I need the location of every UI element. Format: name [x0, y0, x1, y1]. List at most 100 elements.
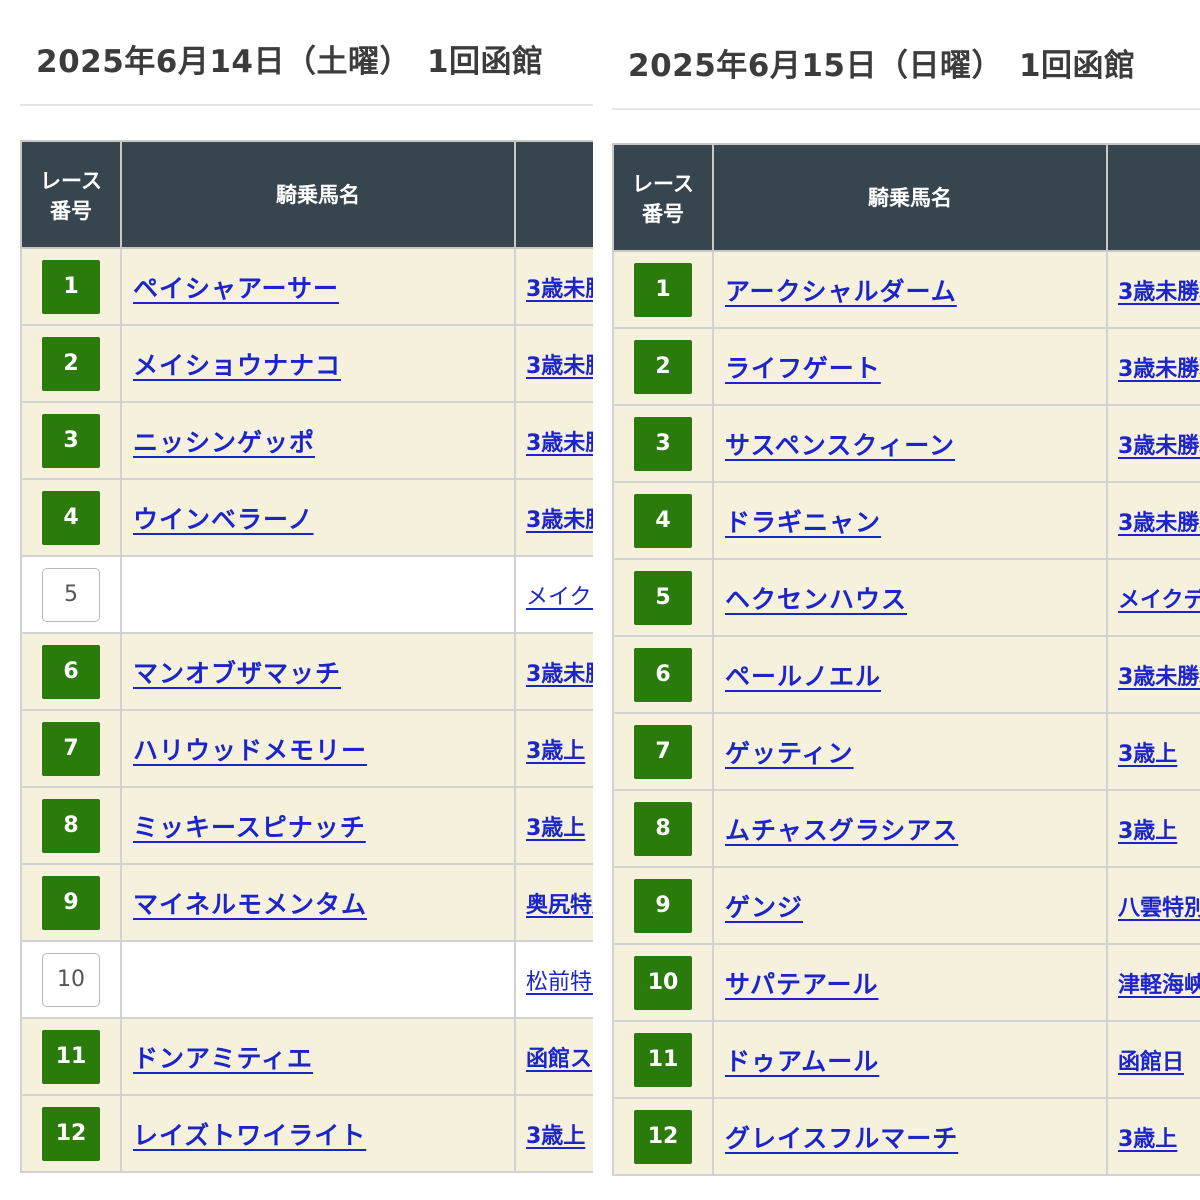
horse-name-link[interactable]: アークシャルダーム [725, 272, 957, 308]
horse-name-link[interactable]: ペールノエル [725, 657, 881, 693]
race-table: レース番号 騎乗馬名 1ペイシャアーサー3歳未勝利2メイショウナナコ3歳未勝利3… [20, 140, 593, 1173]
horse-cell: ドゥアムール [712, 1020, 1108, 1099]
horse-name-link[interactable]: ドンアミティエ [133, 1039, 313, 1075]
race-number-badge: 10 [634, 955, 692, 1010]
race-name-link[interactable]: 函館日 [1118, 1044, 1200, 1076]
race-name-cell: 松前特別 [514, 940, 593, 1019]
horse-cell: ドラギニャン [712, 481, 1108, 560]
race-number-cell: 6 [20, 632, 122, 711]
race-name-link[interactable]: 3歳上 [1118, 813, 1200, 845]
race-name-link[interactable]: 3歳上 [526, 1118, 593, 1150]
race-name-link[interactable]: 3歳未勝利 [1118, 505, 1200, 537]
race-name-link[interactable]: 3歳未勝利 [1118, 659, 1200, 691]
race-name-link[interactable]: 函館ス [526, 1041, 593, 1073]
race-name-link[interactable]: 奥尻特別 [526, 887, 593, 919]
horse-cell [120, 940, 516, 1019]
table-row: 2 メイショウナナコ 3歳未勝利 [20, 324, 593, 403]
race-name-link[interactable]: 3歳上 [1118, 736, 1200, 768]
horse-cell: メイショウナナコ [120, 324, 516, 403]
horse-name-link[interactable]: サスペンスクィーン [725, 426, 955, 462]
race-name-link[interactable]: メイクデビュー [1118, 582, 1200, 614]
page-title: 2025年6月14日（土曜） 1回函館 [36, 44, 544, 80]
horse-cell: ペイシャアーサー [120, 247, 516, 326]
race-number-badge: 3 [634, 416, 692, 471]
race-name-cell: メイクデビュー [514, 555, 593, 634]
race-number-badge: 4 [42, 490, 100, 545]
horse-name-link[interactable]: ハリウッドメモリー [133, 731, 367, 767]
race-number-cell: 5 [20, 555, 122, 634]
table-row: 7 ハリウッドメモリー 3歳上 [20, 709, 593, 788]
table-row: 4 ドラギニャン 3歳未勝利 [612, 481, 1200, 560]
horse-name-link[interactable]: ゲッティン [725, 734, 854, 770]
horse-name-link[interactable]: サパテアール [725, 965, 879, 1001]
race-name-cell: 3歳上 [1106, 712, 1200, 791]
race-name-cell: 奥尻特別 [514, 863, 593, 942]
race-name-link[interactable]: 3歳未勝利 [526, 502, 593, 534]
horse-name-link[interactable]: ヘクセンハウス [725, 580, 907, 616]
table-row: 1 ペイシャアーサー 3歳未勝利 [20, 247, 593, 326]
race-number-cell: 7 [20, 709, 122, 788]
race-number-badge: 12 [634, 1109, 692, 1164]
race-name-link[interactable]: 3歳未勝利 [1118, 351, 1200, 383]
race-number-badge: 6 [42, 644, 100, 699]
table-row: 5 ヘクセンハウス メイクデビュー [612, 558, 1200, 637]
race-name-link[interactable]: 3歳上 [1118, 1121, 1200, 1153]
race-number-cell: 2 [612, 327, 714, 406]
horse-name-link[interactable]: ゲンジ [725, 888, 803, 924]
race-name-link[interactable]: 3歳未勝利 [526, 656, 593, 688]
race-name-cell: 3歳未勝利 [514, 324, 593, 403]
horse-name-link[interactable]: ウインベラーノ [133, 500, 314, 536]
day-panel-saturday: 2025年6月14日（土曜） 1回函館 レース 番号 騎乗馬名 1 ペイシャアーサー… [0, 0, 593, 1200]
race-name-cell: 津軽海峡 [1106, 943, 1200, 1022]
horse-cell: マイネルモメンタム [120, 863, 516, 942]
horse-cell: ハリウッドメモリー [120, 709, 516, 788]
horse-name-link[interactable]: ムチャスグラシアス [725, 811, 958, 847]
table-row: 10 サパテアール 津軽海峡 [612, 943, 1200, 1022]
horse-name-link[interactable]: ペイシャアーサー [133, 269, 339, 305]
table-row: 1 アークシャルダーム 3歳未勝利 [612, 250, 1200, 329]
horse-cell: ニッシンゲッポ [120, 401, 516, 480]
horse-name-link[interactable]: マイネルモメンタム [133, 885, 367, 921]
race-number-cell: 1 [20, 247, 122, 326]
race-number-cell: 3 [612, 404, 714, 483]
race-name-link[interactable]: メイクデビュー [526, 579, 593, 611]
horse-name-link[interactable]: レイズトワイライト [133, 1116, 366, 1152]
race-number-badge: 8 [634, 801, 692, 856]
horse-cell: レイズトワイライト [120, 1094, 516, 1173]
table-row: 11 ドンアミティエ 函館ス [20, 1017, 593, 1096]
race-name-link[interactable]: 3歳上 [526, 733, 593, 765]
table-row: 9 マイネルモメンタム 奥尻特別 [20, 863, 593, 942]
race-name-link[interactable]: 3歳未勝利 [526, 425, 593, 457]
race-number-cell: 2 [20, 324, 122, 403]
race-name-link[interactable]: 3歳未勝利 [526, 271, 593, 303]
table-row: 9 ゲンジ 八雲特別 [612, 866, 1200, 945]
race-name-link[interactable]: 3歳未勝利 [1118, 428, 1200, 460]
race-name-link[interactable]: 3歳未勝利 [1118, 274, 1200, 306]
race-name-link[interactable]: 津軽海峡 [1118, 967, 1200, 999]
horse-name-link[interactable]: ミッキースピナッチ [133, 808, 366, 844]
table-row: 11 ドゥアムール 函館日 [612, 1020, 1200, 1099]
race-number-cell: 12 [20, 1094, 122, 1173]
horse-name-link[interactable]: ニッシンゲッポ [133, 423, 315, 459]
horse-cell: ゲンジ [712, 866, 1108, 945]
race-number-badge: 10 [42, 952, 100, 1007]
race-name-link[interactable]: 八雲特別 [1118, 890, 1200, 922]
race-number-badge: 12 [42, 1106, 100, 1161]
race-name-cell: 函館日 [1106, 1020, 1200, 1099]
horse-name-link[interactable]: ドゥアムール [725, 1042, 879, 1078]
race-name-cell: 3歳上 [1106, 1097, 1200, 1176]
race-name-cell: 3歳未勝利 [514, 247, 593, 326]
race-name-cell: 函館ス [514, 1017, 593, 1096]
race-number-badge: 11 [634, 1032, 692, 1087]
race-number-badge: 7 [42, 721, 100, 776]
race-name-link[interactable]: 3歳未勝利 [526, 348, 593, 380]
horse-name-link[interactable]: ライフゲート [725, 349, 881, 385]
table-row: 3 サスペンスクィーン 3歳未勝利 [612, 404, 1200, 483]
horse-name-link[interactable]: ドラギニャン [725, 503, 881, 539]
race-name-link[interactable]: 松前特別 [526, 964, 593, 996]
horse-name-link[interactable]: グレイスフルマーチ [725, 1119, 958, 1155]
horse-name-link[interactable]: マンオブザマッチ [133, 654, 341, 690]
race-name-link[interactable]: 3歳上 [526, 810, 593, 842]
horse-name-link[interactable]: メイショウナナコ [133, 346, 341, 382]
race-number-cell: 11 [612, 1020, 714, 1099]
